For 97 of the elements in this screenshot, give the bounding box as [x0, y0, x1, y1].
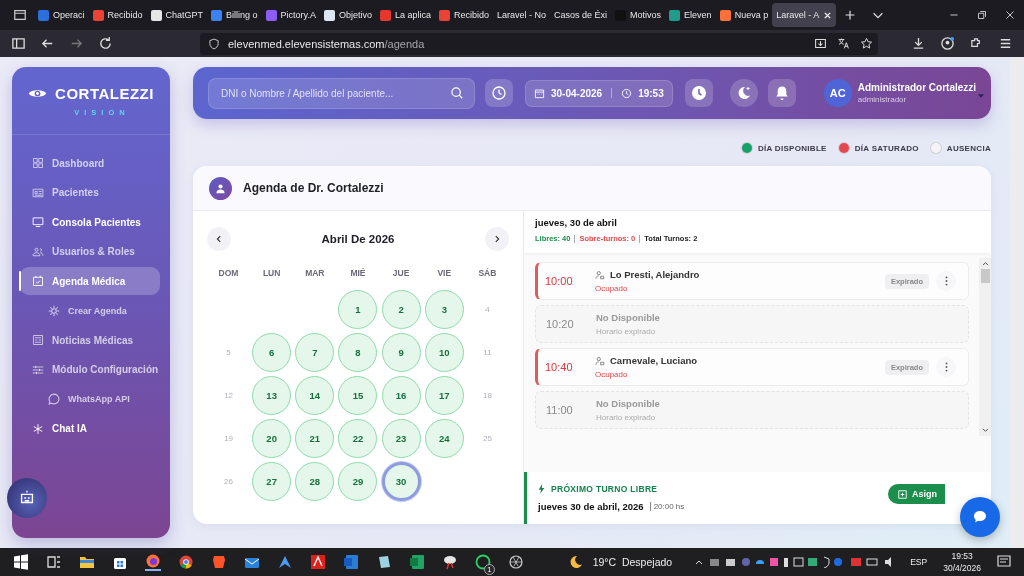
- calendar-day[interactable]: 9: [381, 332, 421, 372]
- calendar-day[interactable]: 15: [338, 375, 378, 415]
- calendar-day[interactable]: 3: [424, 289, 464, 329]
- sidebar-item[interactable]: Noticias Médicas: [20, 326, 160, 354]
- slot-status: Horario expirado: [596, 413, 657, 422]
- browser-tab[interactable]: Pictory.A: [261, 3, 320, 27]
- browser-tab[interactable]: Laravel - A: [772, 3, 837, 27]
- user-name: Administrador Cortalezzi: [857, 82, 977, 93]
- slot-name: Lo Presti, Alejandro: [610, 269, 700, 280]
- assign-button[interactable]: Asign: [888, 484, 945, 504]
- calendar-day: 4: [467, 289, 507, 329]
- sidebar-item[interactable]: Consola Pacientes: [20, 208, 160, 236]
- calendar-day: 11: [467, 332, 507, 372]
- slot-status: Horario expirado: [596, 327, 657, 336]
- browser-tab[interactable]: Objetivo: [319, 3, 376, 27]
- calendar-day[interactable]: 29: [338, 461, 378, 501]
- browser-tab[interactable]: Billing o: [207, 3, 262, 27]
- calendar-day: 18: [467, 375, 507, 415]
- calendar-day[interactable]: 16: [381, 375, 421, 415]
- weekday-label: SÁB: [477, 268, 498, 280]
- calendar-day[interactable]: 30: [381, 461, 421, 501]
- language-indicator[interactable]: ESP: [910, 557, 928, 567]
- calendar-day[interactable]: 13: [252, 375, 292, 415]
- current-date: 30-04-2026: [551, 87, 603, 99]
- day-title: jueves, 30 de abril: [535, 217, 618, 228]
- legend-label: DÍA DISPONIBLE: [757, 143, 827, 153]
- browser-tab[interactable]: La aplica: [375, 3, 435, 27]
- weekday-label: LUN: [261, 268, 282, 280]
- calendar-day: 25: [467, 418, 507, 458]
- calendar-day[interactable]: 28: [295, 461, 335, 501]
- browser-tab[interactable]: Eleven: [665, 3, 716, 27]
- calendar-day[interactable]: 17: [424, 375, 464, 415]
- sidebar-item[interactable]: Dashboard: [20, 149, 160, 177]
- slot-name: No Disponible: [596, 312, 660, 323]
- browser-tab[interactable]: Nueva p: [715, 3, 773, 27]
- sidebar-item[interactable]: Usuarios & Roles: [20, 237, 160, 266]
- slot-time: 11:00: [545, 404, 574, 416]
- weekday-label: JUE: [391, 268, 411, 280]
- sidebar-item[interactable]: Pacientes: [20, 178, 160, 207]
- slot-time: 10:40: [544, 361, 574, 373]
- slot-time: 10:00: [544, 275, 574, 287]
- browser-tab[interactable]: ChatGPT: [146, 3, 208, 27]
- browser-tab[interactable]: Recibido: [435, 3, 494, 27]
- browser-tab[interactable]: Casos de Éxi: [550, 3, 612, 27]
- browser-tab[interactable]: Laravel - No: [493, 3, 551, 27]
- agenda-title: Agenda de Dr. Cortalezzi: [243, 181, 384, 195]
- browser-tab[interactable]: Recibido: [88, 3, 147, 27]
- slot-name: No Disponible: [596, 398, 660, 409]
- calendar-day[interactable]: 21: [295, 418, 335, 458]
- weather-text[interactable]: 19°C Despejado: [592, 556, 673, 568]
- taskbar-time[interactable]: 19:53: [951, 551, 973, 561]
- sidebar-item[interactable]: Chat IA: [20, 414, 160, 443]
- calendar-day[interactable]: 23: [381, 418, 421, 458]
- user-role: administrador: [857, 95, 908, 104]
- calendar-day[interactable]: 27: [252, 461, 292, 501]
- slot-name: Carnevale, Luciano: [610, 355, 698, 366]
- calendar-day[interactable]: 8: [338, 332, 378, 372]
- calendar-day[interactable]: 10: [424, 332, 464, 372]
- legend-label: AUSENCIA: [946, 143, 991, 153]
- time-slot[interactable]: 11:00 No Disponible Horario expirado: [535, 391, 969, 429]
- calendar-day[interactable]: 2: [381, 289, 421, 329]
- month-title: Abril De 2026: [321, 233, 395, 245]
- slot-status: Ocupado: [595, 370, 629, 379]
- sidebar-subitem[interactable]: WhatsApp API: [20, 385, 160, 413]
- calendar-day[interactable]: 6: [252, 332, 292, 372]
- next-slot-time: 20:00 hs: [649, 502, 685, 511]
- calendar-day[interactable]: 22: [338, 418, 378, 458]
- browser-tab[interactable]: Operaci: [34, 3, 89, 27]
- next-slot-title: PRÓXIMO TURNO LIBRE: [551, 484, 658, 494]
- next-slot-date: jueves 30 de abril, 2026: [538, 501, 644, 512]
- weekday-label: MIÉ: [349, 268, 367, 280]
- calendar-day[interactable]: 1: [338, 289, 378, 329]
- address-bar[interactable]: elevenmed.elevensistemas.com/agenda: [200, 32, 878, 55]
- calendar-day[interactable]: 7: [295, 332, 335, 372]
- sidebar-subitem[interactable]: Crear Agenda: [20, 296, 160, 325]
- legend-label: DÍA SATURADO: [854, 143, 919, 153]
- slot-time: 10:20: [545, 318, 575, 330]
- user-avatar[interactable]: AC: [823, 79, 852, 107]
- time-slot[interactable]: 10:20 No Disponible Horario expirado: [535, 305, 969, 343]
- sidebar-item[interactable]: Módulo Configuración: [20, 355, 160, 384]
- slot-status: Ocupado: [595, 284, 629, 293]
- weekday-label: VIE: [436, 268, 453, 280]
- weekday-label: DOM: [217, 268, 240, 280]
- calendar-day: 26: [209, 461, 248, 501]
- weekday-label: MAR: [304, 268, 326, 280]
- calendar-day[interactable]: 20: [252, 418, 292, 458]
- sidebar-item[interactable]: Agenda Médica: [20, 267, 160, 295]
- browser-tab[interactable]: Motivos: [611, 3, 666, 27]
- calendar-day[interactable]: 14: [295, 375, 335, 415]
- calendar-day: 12: [209, 375, 248, 415]
- taskbar-date[interactable]: 30/4/2026: [943, 563, 981, 573]
- current-time: 19:53: [638, 87, 664, 99]
- url-text: elevenmed.elevensistemas.com/agenda: [228, 37, 425, 50]
- calendar-day: 5: [209, 332, 248, 372]
- brand-name: CORTALEZZI: [55, 85, 154, 102]
- calendar-day: 19: [209, 418, 248, 458]
- calendar-day[interactable]: 24: [424, 418, 464, 458]
